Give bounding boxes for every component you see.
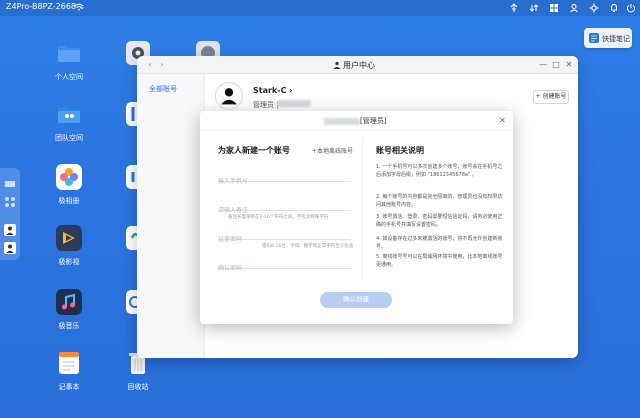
grid-icon[interactable]	[549, 3, 559, 13]
forward-arrow-icon[interactable]: ›	[157, 60, 167, 70]
power-icon[interactable]	[626, 3, 636, 13]
top-bar: Z4Pro-B8PZ-2668 ⌄	[0, 0, 640, 16]
info-title: 账号相关说明	[376, 146, 424, 155]
video-icon	[56, 225, 82, 251]
note-input[interactable]	[218, 207, 351, 214]
info-item: 4. 如设备存在过多未被激活的账号，将不再允许创建新账号。	[376, 236, 503, 250]
desktop-app-label: 回收站	[127, 383, 149, 391]
confirm-password-input[interactable]	[218, 265, 351, 272]
minimize-icon[interactable]: —	[538, 60, 548, 70]
note-field[interactable]	[218, 197, 351, 214]
close-icon[interactable]: ✕	[564, 60, 574, 70]
user-role: 管理员 |	[253, 101, 279, 109]
back-arrow-icon[interactable]: ‹	[145, 60, 155, 70]
wifi-icon	[74, 3, 84, 11]
notepad-icon	[59, 352, 79, 374]
form-title: 为家人新建一个账号	[218, 146, 290, 155]
bell-icon[interactable]	[609, 3, 619, 13]
local-offline-account-link[interactable]: +本地离线账号	[312, 146, 353, 155]
photos-icon	[56, 164, 82, 190]
music-icon	[56, 289, 82, 315]
quick-note-button[interactable]: 快捷笔记	[584, 28, 632, 48]
password-field[interactable]	[218, 226, 351, 243]
confirm-password-field[interactable]	[218, 255, 351, 272]
team-folder-icon	[58, 107, 80, 123]
modal-header: [管理员] ✕	[200, 111, 513, 131]
side-dock	[0, 168, 20, 260]
transfer-icon[interactable]	[529, 3, 539, 13]
desktop-app-team-space[interactable]: 团队空间	[47, 101, 91, 143]
phone-field[interactable]	[218, 168, 351, 185]
modal-title: [管理员]	[360, 117, 387, 125]
column-divider	[362, 139, 363, 279]
note-hint: 备注长度限制在2-16个字符之间，不包含特殊字符	[228, 215, 329, 220]
desktop-app-personal-space[interactable]: 个人空间	[47, 40, 91, 82]
info-item: 2. 每个账号的内容都是完全隔离的，管理员也没有权限访问其他账号内容。	[376, 194, 503, 208]
user-center-icon-2[interactable]	[4, 242, 16, 254]
desktop-app-label: 极音乐	[58, 322, 80, 330]
password-hint: 密码8-16位，字母、数字和正常字符至少包含	[262, 244, 354, 249]
info-item: 5. 离线账号号可以在局域网环境中使用，比本地离线账号更通用。	[376, 254, 503, 268]
desktop-app-label: 团队空间	[55, 134, 83, 142]
drive-icon[interactable]	[4, 178, 16, 190]
redacted-phone	[277, 100, 311, 107]
user-center-title-icon	[333, 61, 341, 69]
desktop-app-notepad[interactable]: 记事本	[47, 350, 91, 392]
modal-close-icon[interactable]: ✕	[499, 116, 506, 125]
phone-input[interactable]	[218, 178, 351, 185]
apps-grid-icon[interactable]	[4, 196, 16, 208]
sidebar-item-all-accounts[interactable]: 全部账号	[149, 84, 177, 94]
desktop-app-label: 个人空间	[55, 73, 83, 81]
redacted-account-name	[324, 118, 360, 125]
desktop-app-photos[interactable]: 极相册	[47, 164, 91, 206]
quick-note-label: 快捷笔记	[602, 35, 630, 43]
info-item: 1. 一个手机号可以多次创建多个账号，账号会在手机号之后添加字母后缀，例如 "1…	[376, 164, 503, 178]
usb-icon[interactable]	[509, 3, 519, 13]
confirm-create-button[interactable]: 确认创建	[320, 292, 392, 308]
user-icon[interactable]	[569, 3, 579, 13]
desktop-app-video[interactable]: 极影视	[47, 225, 91, 267]
window-title: 用户中心	[343, 61, 375, 70]
desktop-app-music[interactable]: 极音乐	[47, 289, 91, 331]
gear-icon[interactable]	[589, 3, 599, 13]
desktop-app-label: 极相册	[58, 197, 80, 205]
password-input[interactable]	[218, 236, 351, 243]
desktop-app-label: 极影视	[58, 258, 80, 266]
note-icon	[589, 33, 599, 43]
window-titlebar[interactable]: ‹ › 用户中心 — □ ✕	[137, 56, 578, 74]
avatar[interactable]	[215, 82, 243, 110]
user-name[interactable]: Stark-C ›	[253, 86, 293, 95]
user-center-sidebar: 全部账号	[137, 74, 205, 358]
create-account-modal: [管理员] ✕ 为家人新建一个账号 +本地离线账号 备注长度限制在2-16个字符…	[200, 111, 513, 324]
info-item: 3. 账号激活、登录、密码需要短信验证码，请务必使用正确的手机号并填写设置密码。	[376, 214, 503, 228]
folder-icon	[58, 46, 80, 62]
desktop-app-label: 记事本	[58, 383, 80, 391]
maximize-icon[interactable]: □	[551, 60, 561, 70]
user-center-icon[interactable]	[4, 224, 16, 236]
create-account-button[interactable]: + 创建账号	[533, 90, 569, 104]
